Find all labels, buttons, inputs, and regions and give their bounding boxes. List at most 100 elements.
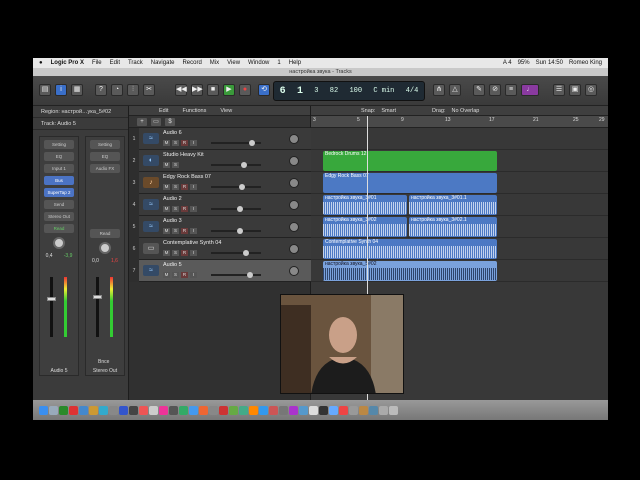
track-lane[interactable]: настройка звука_5#02	[311, 260, 608, 282]
solo-button[interactable]: S	[172, 162, 179, 168]
menu-edit[interactable]: Edit	[110, 60, 120, 66]
user-name[interactable]: Romeo King	[569, 60, 602, 66]
help-icon[interactable]: ?	[95, 84, 107, 96]
record-enable-button[interactable]: R	[181, 272, 188, 278]
plugin-slot[interactable]: SuperTap 2	[44, 188, 74, 197]
record-icon[interactable]: ●	[239, 84, 251, 96]
slider-thumb[interactable]	[237, 206, 243, 212]
app-icon[interactable]	[339, 405, 348, 415]
app-icon[interactable]	[309, 405, 318, 415]
solo-button[interactable]: S	[172, 228, 179, 234]
app-icon[interactable]	[259, 405, 268, 415]
smart-controls-icon[interactable]: ◔	[111, 84, 123, 96]
inspector-track[interactable]: Track: Audio 5	[33, 118, 128, 130]
input-monitor-button[interactable]: I	[190, 272, 197, 278]
input-slot[interactable]: Input 1	[44, 164, 74, 173]
app-icon[interactable]	[59, 405, 68, 415]
editors-icon[interactable]: ✂	[143, 84, 155, 96]
bar-ruler[interactable]: 3 5 9 13 17 21 25 29	[311, 116, 608, 128]
pan-knob[interactable]	[53, 237, 65, 249]
volume-slider[interactable]	[211, 272, 261, 278]
app-icon[interactable]	[349, 405, 358, 415]
audio-region[interactable]: Contemplative Synth 04	[323, 239, 497, 259]
setting-slot[interactable]: Setting	[90, 140, 120, 149]
tuner-icon[interactable]: ⋔	[433, 84, 445, 96]
volume-slider[interactable]	[211, 162, 261, 168]
audio-region-selected[interactable]: настройка звука_5#02	[323, 261, 497, 281]
play-icon[interactable]: ▶	[223, 84, 235, 96]
track-row[interactable]: 6 ▭ Contemplative Synth 04 MSRI	[129, 238, 311, 260]
input-flag[interactable]: A 4	[503, 60, 512, 66]
app-icon[interactable]	[269, 405, 278, 415]
track-lane[interactable]: Bedrock Drums 12	[311, 150, 608, 172]
solo-button[interactable]: S	[172, 184, 179, 190]
trash-icon[interactable]	[389, 405, 398, 415]
volume-fader[interactable]	[96, 277, 99, 337]
menu-1[interactable]: 1	[277, 60, 280, 66]
slider-thumb[interactable]	[241, 162, 247, 168]
finder-icon[interactable]	[39, 405, 48, 415]
photoshop-icon[interactable]	[119, 405, 128, 415]
app-icon[interactable]	[149, 405, 158, 415]
app-icon[interactable]	[329, 405, 338, 415]
record-enable-button[interactable]: R	[181, 184, 188, 190]
audio-region[interactable]: настройка звука_3#02	[323, 217, 407, 237]
safari-icon[interactable]	[79, 405, 88, 415]
audio-region[interactable]: настройка звука_3#01.1	[409, 195, 497, 215]
track-row[interactable]: 3 ♪ Edgy Rock Bass 07 MSRI	[129, 172, 311, 194]
catch-icon[interactable]: $	[165, 117, 175, 126]
notepad-icon[interactable]: ▣	[569, 84, 581, 96]
track-name[interactable]: Audio 6	[163, 130, 182, 136]
apple-icon[interactable]: ●	[39, 60, 43, 66]
audio-region[interactable]: настройка звука_3#01	[323, 195, 407, 215]
volume-slider[interactable]	[211, 228, 261, 234]
mute-button[interactable]: M	[163, 272, 170, 278]
track-name[interactable]: Studio Heavy Kit	[163, 152, 204, 158]
input-monitor-button[interactable]: I	[190, 206, 197, 212]
app-icon[interactable]	[129, 405, 138, 415]
record-enable-button[interactable]: R	[181, 228, 188, 234]
add-track-button[interactable]: +	[137, 117, 147, 126]
bounce-button[interactable]: Bnce	[98, 359, 109, 365]
mute-button[interactable]: M	[163, 250, 170, 256]
record-enable-button[interactable]: R	[181, 206, 188, 212]
metronome-icon[interactable]: △	[449, 84, 461, 96]
lcd-display[interactable]: 6 1 3 82 100 C min 4/4	[273, 81, 425, 101]
list-editors-icon[interactable]: ☰	[553, 84, 565, 96]
menu-help[interactable]: Help	[289, 60, 301, 66]
solo-button[interactable]: S	[172, 206, 179, 212]
view-menu[interactable]: View	[220, 108, 232, 114]
track-name[interactable]: Audio 5	[163, 262, 182, 268]
pan-knob[interactable]	[289, 266, 299, 276]
track-name[interactable]: Edgy Rock Bass 07	[163, 174, 211, 180]
pan-knob[interactable]	[99, 242, 111, 254]
eq-slot[interactable]: EQ	[44, 152, 74, 161]
app-icon[interactable]	[289, 405, 298, 415]
record-enable-button[interactable]: R	[181, 140, 188, 146]
track-row[interactable]: 2 ◐ Studio Heavy Kit MS	[129, 150, 311, 172]
menu-app[interactable]: Logic Pro X	[51, 60, 84, 66]
yandex-icon[interactable]	[219, 405, 228, 415]
music-icon[interactable]	[159, 405, 168, 415]
automation-read[interactable]: Read	[44, 224, 74, 233]
audio-fx-slot[interactable]: Audio FX	[90, 164, 120, 173]
volume-fader[interactable]	[50, 277, 53, 337]
automation-read[interactable]: Read	[90, 229, 120, 238]
menu-file[interactable]: File	[92, 60, 102, 66]
input-monitor-button[interactable]: I	[190, 250, 197, 256]
inspector-region[interactable]: Region: настрой…ука_5#02	[33, 106, 128, 118]
beat-display-icon[interactable]: ♩	[521, 84, 539, 96]
slider-thumb[interactable]	[243, 250, 249, 256]
bus-slot[interactable]: Bus	[44, 176, 74, 185]
audio-region[interactable]: настройка звука_3#02.1	[409, 217, 497, 237]
track-options-icon[interactable]: ▭	[151, 117, 161, 126]
track-lane[interactable]	[311, 128, 608, 150]
pan-knob[interactable]	[289, 222, 299, 232]
mute-button[interactable]: M	[163, 162, 170, 168]
track-row[interactable]: 1 ≈ Audio 6 MSRI	[129, 128, 311, 150]
menu-record[interactable]: Record	[182, 60, 201, 66]
volume-slider[interactable]	[211, 140, 261, 146]
track-name[interactable]: Audio 2	[163, 196, 182, 202]
track-name[interactable]: Contemplative Synth 04	[163, 240, 221, 246]
volume-slider[interactable]	[211, 206, 261, 212]
